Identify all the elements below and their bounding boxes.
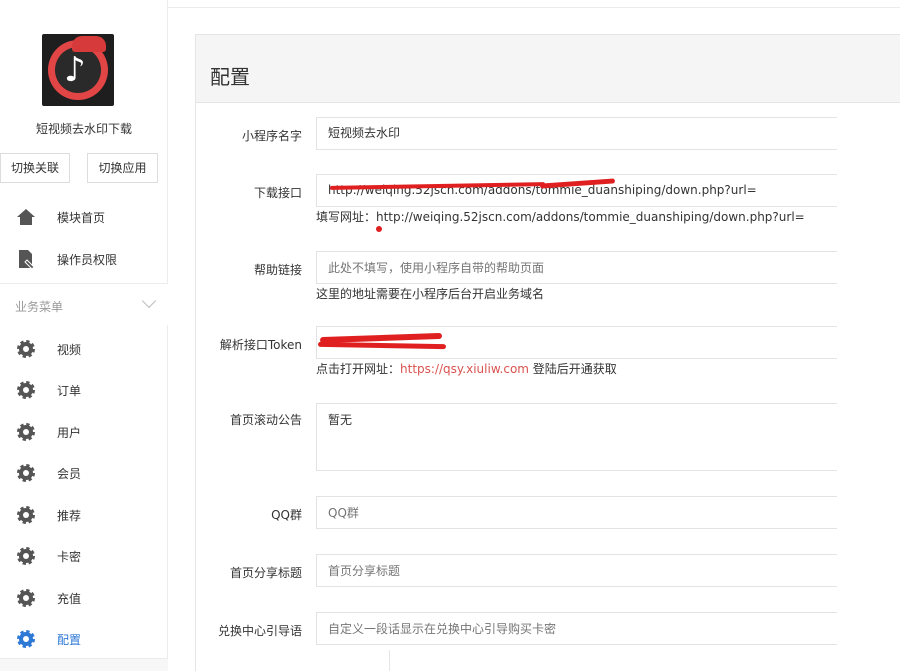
sidebar-item-orders[interactable]: 订单 <box>0 369 168 411</box>
parse-token-hint: 点击打开网址：https://qsy.xiuliw.com 登陆后开通获取 <box>316 360 617 377</box>
app-logo: ♪ <box>42 34 114 106</box>
home-icon <box>17 209 35 225</box>
switch-link-button[interactable]: 切换关联 <box>0 153 70 183</box>
sidebar-item-label: 卡密 <box>57 550 82 564</box>
exchange-guide-label: 兑换中心引导语 <box>217 624 302 638</box>
document-icon <box>19 250 35 269</box>
sidebar-item-label: 视频 <box>57 343 82 357</box>
download-api-hint: 填写网址：http://weiqing.52jscn.com/addons/to… <box>316 210 805 224</box>
sidebar-item-module-home[interactable]: 模块首页 <box>0 196 168 238</box>
sidebar-item-label: 模块首页 <box>57 211 106 225</box>
gear-icon <box>17 340 35 358</box>
gear-icon <box>17 464 35 482</box>
sidebar-item-users[interactable]: 用户 <box>0 411 168 453</box>
gear-icon <box>17 423 35 441</box>
sidebar-item-video[interactable]: 视频 <box>0 328 168 370</box>
sidebar-item-label: 用户 <box>57 426 82 440</box>
mini-name-input[interactable]: 短视频去水印 <box>316 117 837 150</box>
gear-icon <box>17 630 35 648</box>
sidebar-item-members[interactable]: 会员 <box>0 452 168 494</box>
panel-header: 配置 <box>196 35 900 103</box>
business-menu-group[interactable]: 业务菜单 <box>0 283 168 325</box>
exchange-guide-input[interactable] <box>316 612 837 645</box>
sidebar-item-recharge[interactable]: 充值 <box>0 577 168 619</box>
sidebar-item-label: 推荐 <box>57 509 82 523</box>
sidebar-item-config[interactable]: 配置 <box>0 618 168 660</box>
sidebar-item-label: 配置 <box>57 633 82 647</box>
notice-label: 首页滚动公告 <box>229 413 302 427</box>
app-name: 短视频去水印下载 <box>35 122 132 136</box>
sidebar-item-recommend[interactable]: 推荐 <box>0 494 168 536</box>
help-link-input[interactable] <box>316 251 837 284</box>
sidebar-item-label: 会员 <box>57 467 82 481</box>
hint-prefix: 点击打开网址： <box>316 362 401 376</box>
qq-group-label: QQ群 <box>271 508 302 522</box>
business-menu-label: 业务菜单 <box>15 300 64 314</box>
hint-suffix: 登陆后开通获取 <box>528 362 617 376</box>
sidebar-item-operator-permissions[interactable]: 操作员权限 <box>0 238 168 280</box>
sidebar-item-label: 订单 <box>57 384 82 398</box>
gear-icon <box>17 589 35 607</box>
share-title-label: 首页分享标题 <box>229 566 302 580</box>
sidebar-item-card-keys[interactable]: 卡密 <box>0 535 168 577</box>
page-title: 配置 <box>210 65 250 89</box>
chevron-down-icon <box>141 293 157 309</box>
switch-app-button[interactable]: 切换应用 <box>87 153 158 183</box>
help-link-label: 帮助链接 <box>253 263 302 277</box>
bottom-divider <box>195 650 390 671</box>
xiuliw-link[interactable]: https://qsy.xiuliw.com <box>400 362 529 376</box>
gear-icon <box>17 506 35 524</box>
share-title-input[interactable] <box>316 554 837 587</box>
download-api-label: 下载接口 <box>253 186 302 200</box>
sidebar-footer <box>0 658 168 671</box>
top-border <box>168 0 900 8</box>
notice-textarea[interactable]: 暂无 <box>316 403 837 471</box>
sidebar-item-label: 充值 <box>57 592 82 606</box>
sidebar-item-label: 操作员权限 <box>57 253 118 267</box>
redaction-dot <box>376 226 382 232</box>
download-api-input[interactable]: http://weiqing.52jscn.com/addons/tommie_… <box>316 174 837 207</box>
gear-icon <box>17 381 35 399</box>
qq-group-input[interactable] <box>316 496 837 529</box>
mini-name-label: 小程序名字 <box>241 129 302 143</box>
sidebar: ♪ 短视频去水印下载 切换关联 切换应用 模块首页 操作员权限 业务菜单 视频 <box>0 0 168 671</box>
parse-token-label: 解析接口Token <box>219 338 302 352</box>
help-link-hint: 这里的地址需要在小程序后台开启业务域名 <box>316 287 545 301</box>
gear-icon <box>17 547 35 565</box>
